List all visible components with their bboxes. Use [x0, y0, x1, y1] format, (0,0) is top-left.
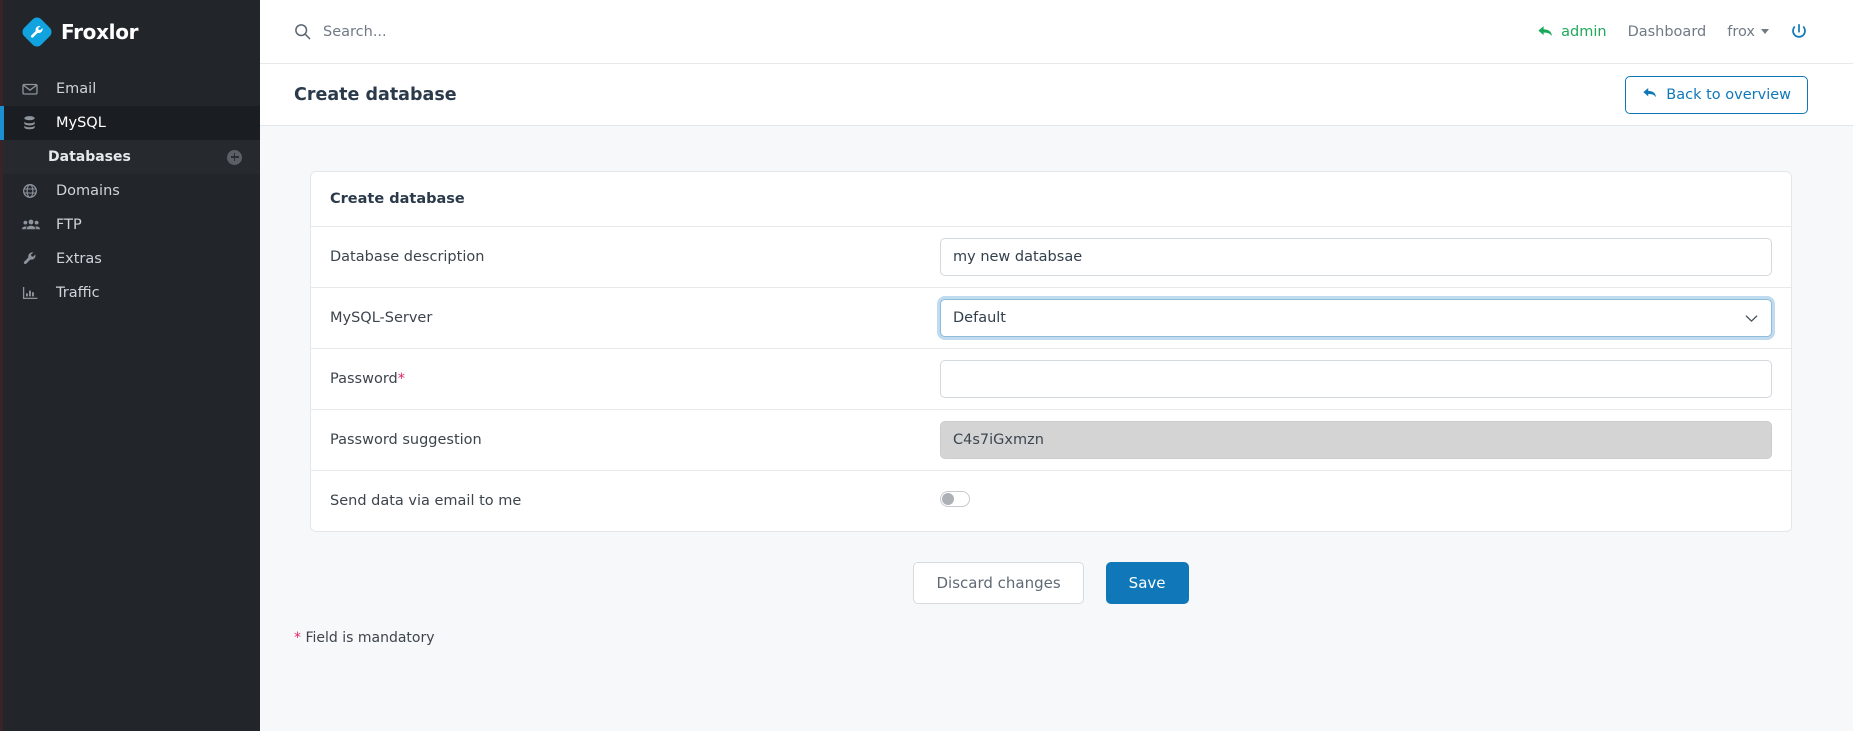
power-icon[interactable]	[1790, 23, 1808, 41]
send-email-label: Send data via email to me	[330, 493, 940, 509]
mysql-server-select[interactable]: Default	[940, 299, 1772, 337]
form-row-database-description: Database description	[311, 227, 1791, 288]
form-row-send-email: Send data via email to me	[311, 471, 1791, 531]
brand-name: Froxlor	[61, 20, 138, 44]
wrench-icon	[22, 251, 46, 267]
back-to-overview-label: Back to overview	[1666, 87, 1791, 103]
password-suggestion-input[interactable]	[940, 421, 1772, 459]
plus-circle-icon[interactable]	[227, 150, 242, 165]
form-row-password: Password*	[311, 349, 1791, 410]
database-description-input[interactable]	[940, 238, 1772, 276]
back-to-overview-button[interactable]: Back to overview	[1625, 76, 1808, 114]
chevron-down-icon	[1761, 29, 1769, 34]
sidebar-item-mysql[interactable]: MySQL	[0, 106, 260, 140]
password-suggestion-label: Password suggestion	[330, 432, 940, 448]
sidebar-item-label: Traffic	[56, 285, 100, 301]
form-row-mysql-server: MySQL-Server Default	[311, 288, 1791, 349]
card-title: Create database	[311, 172, 1791, 227]
account-label: frox	[1727, 24, 1755, 40]
sidebar-item-ftp[interactable]: FTP	[0, 208, 260, 242]
admin-username: admin	[1561, 24, 1606, 40]
page-content: Create database Database description MyS…	[260, 126, 1853, 731]
wrench-diamond-logo-icon	[22, 17, 52, 47]
send-email-field	[940, 491, 1772, 511]
password-input[interactable]	[940, 360, 1772, 398]
sidebar-subitem-label: Databases	[48, 149, 227, 165]
mandatory-note: * Field is mandatory	[294, 630, 1808, 646]
password-suggestion-field	[940, 421, 1772, 459]
mandatory-star: *	[294, 630, 301, 646]
users-icon	[22, 217, 46, 233]
sidebar-item-domains[interactable]: Domains	[0, 174, 260, 208]
discard-changes-button[interactable]: Discard changes	[913, 562, 1083, 604]
password-label: Password*	[330, 371, 940, 387]
dashboard-link[interactable]: Dashboard	[1628, 24, 1707, 40]
envelope-icon	[22, 81, 46, 97]
search-input[interactable]	[323, 24, 623, 40]
send-email-toggle[interactable]	[940, 491, 970, 507]
search-icon	[294, 23, 311, 40]
main-area: admin Dashboard frox Create database Bac…	[260, 0, 1853, 731]
topbar: admin Dashboard frox	[260, 0, 1853, 64]
create-database-card: Create database Database description MyS…	[310, 171, 1792, 532]
back-arrow-icon	[1537, 24, 1554, 39]
sidebar-item-label: Extras	[56, 251, 102, 267]
page-title: Create database	[294, 85, 1625, 105]
sidebar-item-traffic[interactable]: Traffic	[0, 276, 260, 310]
database-description-label: Database description	[330, 249, 940, 265]
password-field	[940, 360, 1772, 398]
sidebar-nav: Email MySQL Databases Domains	[0, 64, 260, 310]
globe-icon	[22, 183, 46, 199]
mysql-server-label: MySQL-Server	[330, 310, 940, 326]
sidebar-item-label: MySQL	[56, 115, 106, 131]
brand[interactable]: Froxlor	[0, 0, 260, 64]
admin-user-link[interactable]: admin	[1537, 24, 1606, 40]
search-container	[294, 23, 1537, 40]
form-actions: Discard changes Save	[294, 562, 1808, 604]
sidebar-item-email[interactable]: Email	[0, 72, 260, 106]
required-marker: *	[398, 371, 405, 387]
sidebar-item-label: FTP	[56, 217, 82, 233]
mysql-server-field: Default	[940, 299, 1772, 337]
app-root: Froxlor Email MySQL Databases	[0, 0, 1853, 731]
sidebar-item-label: Domains	[56, 183, 120, 199]
mandatory-note-text: Field is mandatory	[301, 630, 435, 646]
back-arrow-icon	[1642, 86, 1658, 104]
save-button[interactable]: Save	[1106, 562, 1189, 604]
page-header: Create database Back to overview	[260, 64, 1853, 126]
toggle-knob	[942, 493, 954, 505]
sidebar-item-label: Email	[56, 81, 96, 97]
sidebar-item-extras[interactable]: Extras	[0, 242, 260, 276]
password-label-text: Password	[330, 371, 398, 387]
topbar-nav: admin Dashboard frox	[1537, 23, 1808, 41]
sidebar: Froxlor Email MySQL Databases	[0, 0, 260, 731]
account-dropdown[interactable]: frox	[1727, 24, 1769, 40]
database-icon	[22, 115, 46, 131]
chart-icon	[22, 285, 46, 301]
sidebar-item-databases[interactable]: Databases	[0, 140, 260, 174]
form-row-password-suggestion: Password suggestion	[311, 410, 1791, 471]
database-description-field	[940, 238, 1772, 276]
